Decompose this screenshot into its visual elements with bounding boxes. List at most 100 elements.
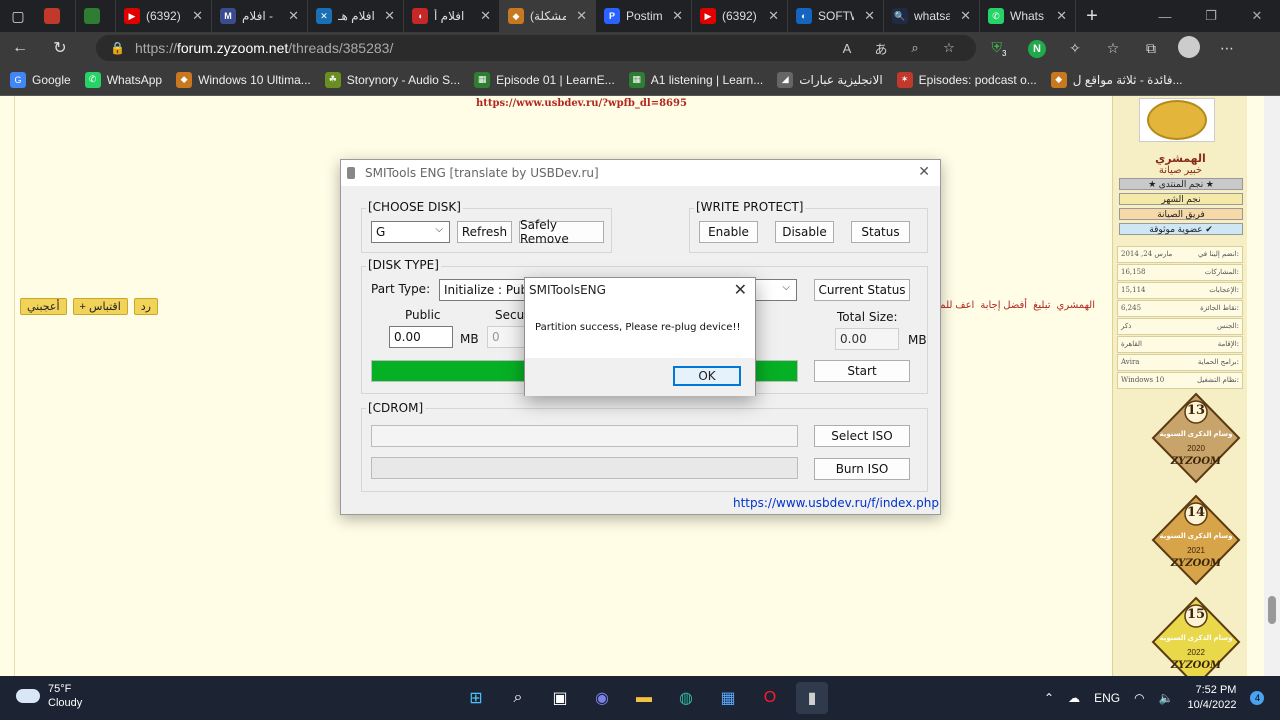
dialog-titlebar[interactable]: SMIToolsENG ✕ — [525, 278, 755, 302]
close-tab-icon[interactable]: ✕ — [480, 8, 491, 24]
shield-extension-icon[interactable]: ⛨3 — [980, 39, 1018, 58]
close-window-icon[interactable]: ✕ — [1234, 0, 1280, 32]
collections-icon[interactable]: ⧉ — [1132, 40, 1170, 57]
chevron-up-icon[interactable]: ⌃ — [1044, 691, 1054, 705]
ok-button[interactable]: OK — [673, 366, 741, 386]
language-indicator[interactable]: ENG — [1094, 691, 1120, 705]
report-link[interactable]: تبليغ — [1033, 300, 1050, 311]
select-iso-button[interactable]: Select ISO — [814, 425, 910, 447]
more-menu-icon[interactable]: ⋯ — [1208, 40, 1246, 57]
safely-remove-button[interactable]: Safely Remove — [519, 218, 604, 246]
extensions-icon[interactable]: ✧ — [1056, 40, 1094, 57]
close-tab-icon[interactable]: ✕ — [672, 8, 683, 24]
bookmark-item[interactable]: ▦ Episode 01 | LearnE... — [474, 71, 615, 88]
close-tab-icon[interactable]: ✕ — [768, 8, 779, 24]
edge-icon[interactable]: ◍ — [670, 682, 702, 714]
public-size-input[interactable]: 0.00 — [389, 326, 453, 348]
bookmark-item[interactable]: ✆ WhatsApp — [84, 71, 162, 88]
bookmark-item[interactable]: ◆ فائدة - ثلاثة مواقع ل... — [1050, 71, 1183, 88]
iso-path-field[interactable] — [371, 425, 798, 447]
current-status-button[interactable]: Current Status — [814, 279, 910, 301]
close-tab-icon[interactable]: ✕ — [288, 8, 299, 24]
browser-tab[interactable] — [36, 0, 76, 32]
favorites-icon[interactable]: ☆ — [1094, 40, 1132, 57]
bookmark-item[interactable]: ☘ Storynory - Audio S... — [324, 71, 460, 88]
bookmark-item[interactable]: ✶ Episodes: podcast o... — [896, 71, 1037, 88]
download-link[interactable]: https://www.usbdev.ru/?wpfb_dl=8695 — [476, 98, 687, 109]
teams-chat-icon[interactable]: ◉ — [586, 682, 618, 714]
refresh-button[interactable]: ↻ — [40, 32, 80, 64]
post-author-link[interactable]: الهمشري — [1057, 300, 1095, 311]
bookmark-item[interactable]: ◆ Windows 10 Ultima... — [176, 71, 311, 88]
close-tab-icon[interactable]: ✕ — [384, 8, 395, 24]
bookmark-item[interactable]: ▦ A1 listening | Learn... — [628, 71, 763, 88]
browser-tab[interactable]: 🔍 whatsa ✕ — [884, 0, 980, 32]
onedrive-cloud-icon[interactable]: ☁ — [1068, 691, 1080, 705]
public-mb-label: MB — [460, 332, 479, 346]
page-scrollbar[interactable] — [1264, 96, 1280, 676]
close-icon[interactable]: ✕ — [734, 280, 747, 299]
wifi-icon[interactable]: ◠ — [1134, 691, 1144, 705]
quote-button[interactable]: + اقتباس — [72, 298, 128, 315]
anniversary-medal[interactable]: 13 وسام الذكرى السنوية 2020 ZYZOOM — [1151, 392, 1241, 484]
disk-select[interactable]: G ⌵ — [371, 221, 450, 243]
start-button[interactable]: Start — [814, 360, 910, 382]
start-icon[interactable]: ⊞ — [460, 682, 492, 714]
smitools-titlebar[interactable]: SMITools ENG [translate by USBDev.ru] ✕ — [341, 160, 940, 186]
browser-tab[interactable] — [76, 0, 116, 32]
anniversary-medal[interactable]: 15 وسام الذكرى السنوية 2022 ZYZOOM — [1151, 596, 1241, 688]
browser-tab[interactable]: ◖ افلام أ ✕ — [404, 0, 500, 32]
browser-tab[interactable]: P Postim ✕ — [596, 0, 692, 32]
notification-badge[interactable]: 4 — [1250, 691, 1265, 705]
browser-tab[interactable]: ▶ (6392) ✕ — [692, 0, 788, 32]
bookmark-item[interactable]: G Google — [10, 71, 71, 88]
enable-button[interactable]: Enable — [699, 221, 758, 243]
task-view-icon[interactable]: ▣ — [544, 682, 576, 714]
read-aloud-icon[interactable]: A — [830, 41, 864, 56]
back-button[interactable]: ← — [0, 32, 40, 64]
best-answer-link[interactable]: أفضل إجابة — [980, 300, 1027, 311]
close-tab-icon[interactable]: ✕ — [576, 8, 587, 24]
restore-icon[interactable]: ❐ — [1188, 0, 1234, 32]
refresh-disk-button[interactable]: Refresh — [457, 221, 512, 243]
file-explorer-icon[interactable]: ▬ — [628, 682, 660, 714]
username[interactable]: الهمشري — [1113, 152, 1248, 165]
browser-tab[interactable]: ▶ (6392) ✕ — [116, 0, 212, 32]
anniversary-medal[interactable]: 14 وسام الذكرى السنوية 2021 ZYZOOM — [1151, 494, 1241, 586]
new-tab-button[interactable]: + — [1076, 5, 1108, 28]
like-button[interactable]: أعجبني — [20, 298, 67, 315]
close-tab-icon[interactable]: ✕ — [864, 8, 875, 24]
close-icon[interactable]: ✕ — [918, 164, 930, 180]
browser-tab[interactable]: ✕ افلام هـ ✕ — [308, 0, 404, 32]
n-extension-icon[interactable]: N — [1018, 39, 1056, 58]
add-favorite-icon[interactable]: ☆ — [932, 40, 966, 56]
disable-button[interactable]: Disable — [775, 221, 834, 243]
minimize-icon[interactable]: — — [1142, 0, 1188, 32]
close-tab-icon[interactable]: ✕ — [1056, 8, 1067, 24]
scrollbar-thumb[interactable] — [1268, 596, 1276, 624]
browser-tab[interactable]: ◐ SOFTW ✕ — [788, 0, 884, 32]
clock[interactable]: 7:52 PM 10/4/2022 — [1188, 683, 1237, 713]
reply-button[interactable]: رد — [133, 298, 158, 315]
close-tab-icon[interactable]: ✕ — [960, 8, 971, 24]
translate-icon[interactable]: あ — [864, 39, 898, 58]
browser-tab[interactable]: ✆ Whats ✕ — [980, 0, 1076, 32]
status-button[interactable]: Status — [851, 221, 910, 243]
profile-avatar[interactable] — [1170, 35, 1208, 61]
tab-actions-icon[interactable]: ▢ — [0, 0, 36, 32]
search-icon[interactable]: ⌕ — [502, 682, 534, 714]
usbdev-link[interactable]: https://www.usbdev.ru/f/index.php — [733, 496, 939, 510]
burn-iso-button[interactable]: Burn ISO — [814, 458, 910, 480]
close-tab-icon[interactable]: ✕ — [192, 8, 203, 24]
bookmark-item[interactable]: ◢ الانجليزية عبارات — [777, 71, 883, 88]
usb-tool-icon[interactable]: ▮ — [796, 682, 828, 714]
avatar[interactable] — [1139, 98, 1215, 142]
browser-tab[interactable]: M افلام - ✕ — [212, 0, 308, 32]
weather-widget[interactable]: 75°F Cloudy — [16, 682, 82, 710]
secure-size-input[interactable]: 0 — [487, 326, 527, 348]
zoom-icon[interactable]: ⌕ — [898, 40, 932, 56]
store-icon[interactable]: ▦ — [712, 682, 744, 714]
volume-icon[interactable]: 🔈 — [1159, 691, 1174, 705]
opera-icon[interactable]: O — [754, 682, 786, 714]
browser-tab[interactable]: ◆ (مشكلة ✕ — [500, 0, 596, 32]
